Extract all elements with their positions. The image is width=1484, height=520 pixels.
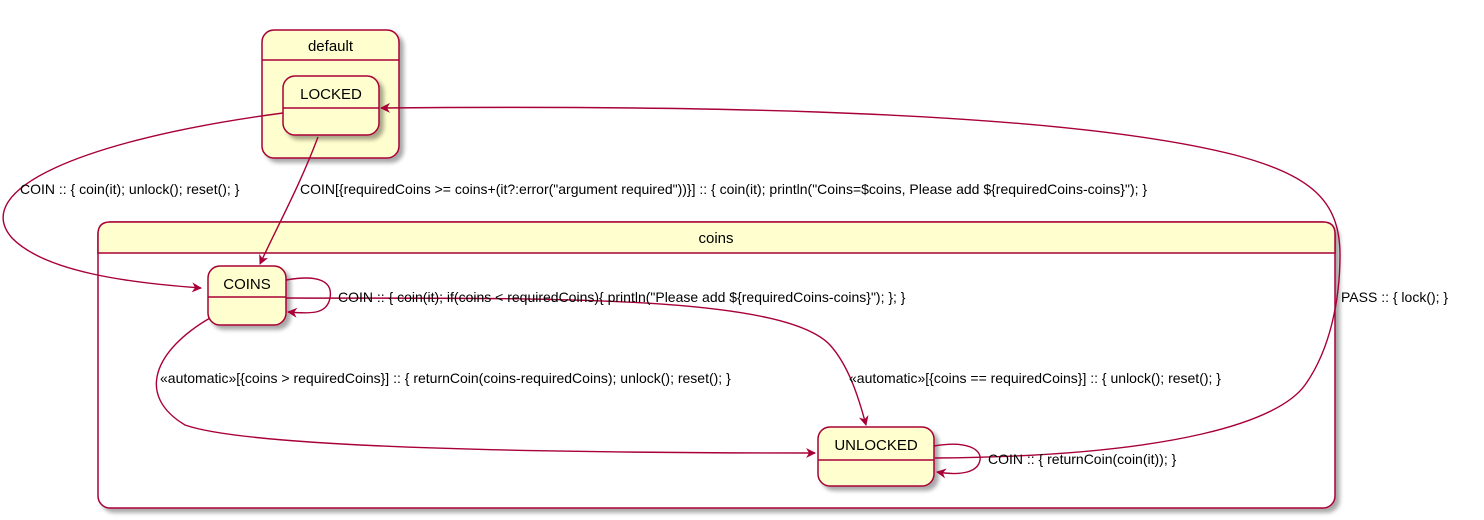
label-locked-to-coins-outer: COIN :: { coin(it); unlock(); reset(); } [20,181,240,197]
label-locked-to-coins-state: COIN[{requiredCoins >= coins+(it?:error(… [300,181,1147,197]
label-unlocked-self-loop: COIN :: { returnCoin(coin(it)); } [988,451,1177,467]
state-coins-label: COINS [223,276,271,293]
label-coins-to-unlocked-equal: «automatic»[{coins == requiredCoins}] ::… [849,370,1221,386]
label-coins-self-loop: COIN :: { coin(it); if(coins < requiredC… [338,289,906,305]
composite-coins-title: coins [698,230,733,247]
state-locked[interactable]: LOCKED [282,75,380,136]
label-coins-to-unlocked-greater: «automatic»[{coins > requiredCoins}] :: … [160,370,731,386]
composite-default-title: default [308,38,354,55]
state-unlocked[interactable]: UNLOCKED [817,426,935,487]
state-unlocked-label: UNLOCKED [834,437,918,454]
state-diagram: default coins LOCKED COINS UNLOCKED COIN… [2,29,1448,509]
label-unlocked-to-locked: PASS :: { lock(); } [1341,289,1448,305]
state-locked-label: LOCKED [300,86,362,103]
state-coins[interactable]: COINS [207,265,287,326]
